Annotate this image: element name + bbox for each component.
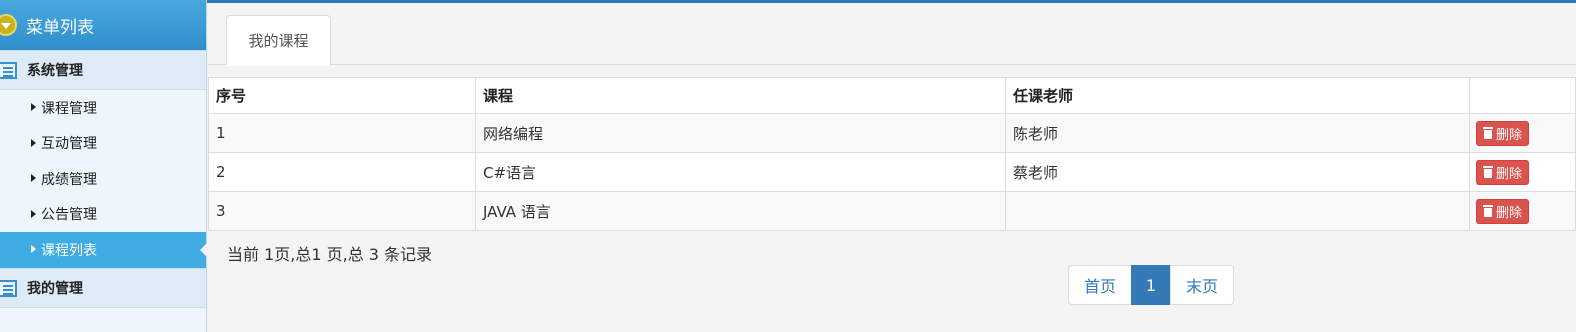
sidebar-item-interaction-management[interactable]: 互动管理	[0, 126, 206, 162]
trash-icon	[1483, 166, 1493, 178]
trash-icon	[1483, 127, 1493, 139]
tab-my-courses[interactable]: 我的课程	[226, 15, 331, 66]
sidebar-item-course-management[interactable]: 课程管理	[0, 90, 206, 126]
sidebar-item-grade-management[interactable]: 成绩管理	[0, 161, 206, 197]
cell-course: JAVA 语言	[475, 191, 1006, 231]
sidebar-group-label: 系统管理	[27, 63, 83, 79]
delete-button[interactable]: 删除	[1476, 120, 1530, 146]
caret-right-icon	[31, 209, 36, 218]
sidebar-item-announcement-management[interactable]: 公告管理	[0, 197, 206, 233]
sidebar-header[interactable]: 菜单列表	[0, 0, 206, 50]
list-icon	[0, 62, 17, 79]
main-content: 我的课程 序号 课程 任课老师 1 网络编程 陈老师 删除 2 C#语言 蔡老师…	[208, 3, 1576, 332]
cell-index: 1	[208, 113, 476, 153]
column-header-course: 课程	[475, 77, 1006, 114]
column-header-index: 序号	[208, 77, 476, 114]
table-header-row: 序号 课程 任课老师	[208, 77, 1576, 114]
cell-index: 2	[208, 152, 476, 192]
sidebar-item-course-list[interactable]: 课程列表	[0, 232, 207, 268]
delete-label: 删除	[1496, 127, 1523, 143]
course-table: 序号 课程 任课老师 1 网络编程 陈老师 删除 2 C#语言 蔡老师 删除 3…	[208, 77, 1576, 231]
pagination: 首页 1 末页	[1068, 265, 1234, 305]
delete-button[interactable]: 删除	[1476, 198, 1530, 224]
last-page-button[interactable]: 末页	[1170, 265, 1234, 305]
cell-teacher	[1005, 191, 1470, 231]
cell-course: 网络编程	[475, 113, 1006, 153]
delete-label: 删除	[1496, 205, 1523, 221]
table-row: 2 C#语言 蔡老师 删除	[208, 152, 1576, 192]
caret-right-icon	[31, 174, 36, 182]
collapse-arrow-icon[interactable]	[0, 14, 17, 36]
table-row: 1 网络编程 陈老师 删除	[208, 113, 1576, 153]
cell-actions: 删除	[1469, 191, 1576, 231]
caret-right-icon	[31, 138, 36, 147]
first-page-button[interactable]: 首页	[1068, 265, 1132, 305]
sidebar-group-system[interactable]: 系统管理	[0, 50, 206, 90]
sidebar-item-label: 课程管理	[41, 100, 97, 117]
trash-icon	[1483, 205, 1493, 217]
cell-index: 3	[208, 191, 476, 231]
table-row: 3 JAVA 语言 删除	[208, 191, 1576, 231]
sidebar-item-label: 互动管理	[41, 136, 97, 153]
current-page-button[interactable]: 1	[1131, 265, 1171, 305]
sidebar-group-label: 我的管理	[27, 280, 83, 297]
tab-bar: 我的课程	[208, 3, 1576, 66]
record-summary: 当前 1页,总1 页,总 3 条记录	[227, 245, 433, 264]
column-header-actions	[1469, 77, 1576, 114]
column-header-teacher: 任课老师	[1005, 77, 1470, 114]
cell-course: C#语言	[475, 152, 1006, 192]
delete-button[interactable]: 删除	[1476, 159, 1530, 185]
sidebar-group-my-management[interactable]: 我的管理	[0, 267, 206, 308]
cell-teacher: 陈老师	[1005, 113, 1470, 153]
sidebar-item-label: 公告管理	[41, 207, 97, 224]
caret-right-icon	[31, 103, 36, 111]
list-icon	[0, 279, 17, 297]
sidebar-item-label: 成绩管理	[41, 171, 97, 188]
cell-actions: 删除	[1469, 113, 1576, 153]
cell-teacher: 蔡老师	[1005, 152, 1470, 192]
delete-label: 删除	[1496, 166, 1523, 182]
cell-actions: 删除	[1469, 152, 1576, 192]
sidebar: 菜单列表 系统管理 课程管理 互动管理 成绩管理 公告管理 课程列表 我的管理	[0, 0, 207, 332]
caret-right-icon	[31, 245, 36, 253]
sidebar-item-label: 课程列表	[41, 242, 97, 259]
sidebar-title: 菜单列表	[26, 17, 94, 38]
